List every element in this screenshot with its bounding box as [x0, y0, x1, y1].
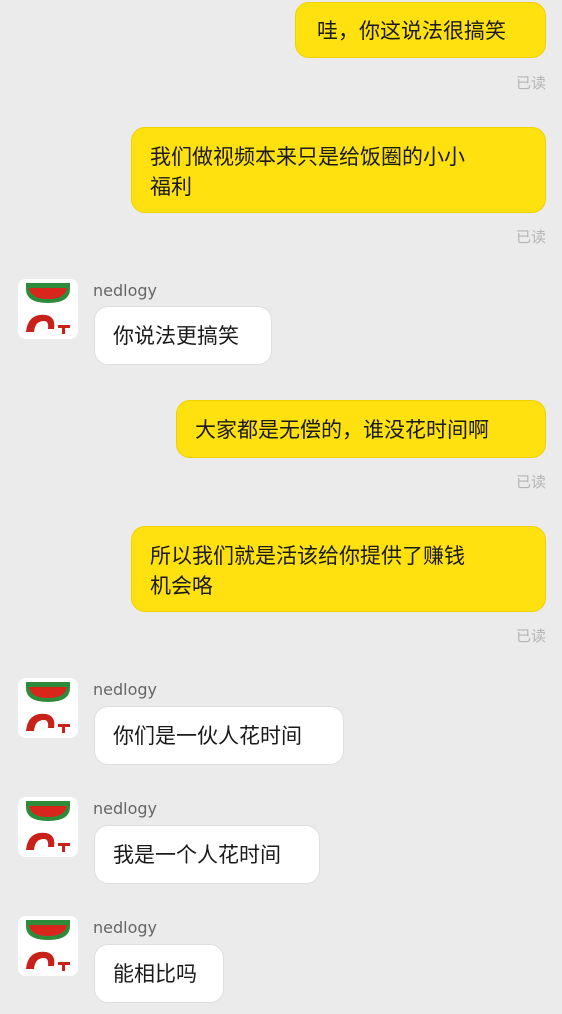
- avatar[interactable]: [18, 916, 78, 976]
- avatar-logo-icon: [18, 916, 78, 976]
- message-text: 你们是一伙人花时间: [113, 724, 302, 748]
- message-text-line: 我们做视频本来只是给饭圈的小小: [150, 145, 465, 169]
- incoming-message-bubble[interactable]: 你说法更搞笑: [94, 306, 272, 365]
- message-text: 能相比吗: [113, 962, 197, 986]
- message-text-line: 机会咯: [150, 574, 213, 598]
- read-status: 已读: [515, 74, 546, 92]
- outgoing-message-bubble[interactable]: 哇，你这说法很搞笑: [295, 2, 546, 58]
- sender-name: nedlogy: [93, 799, 157, 818]
- message-text: 哇，你这说法很搞笑: [317, 19, 506, 43]
- message-text: 大家都是无偿的，谁没花时间啊: [195, 418, 489, 442]
- avatar[interactable]: [18, 678, 78, 738]
- avatar-logo-icon: [18, 797, 78, 857]
- incoming-message-bubble[interactable]: 能相比吗: [94, 944, 224, 1003]
- sender-name: nedlogy: [93, 918, 157, 937]
- sender-name: nedlogy: [93, 680, 157, 699]
- outgoing-message-bubble[interactable]: 大家都是无偿的，谁没花时间啊: [176, 400, 546, 458]
- message-text-line: 所以我们就是活该给你提供了赚钱: [150, 544, 465, 568]
- message-text: 你说法更搞笑: [113, 324, 239, 348]
- avatar[interactable]: [18, 279, 78, 339]
- avatar[interactable]: [18, 797, 78, 857]
- read-status: 已读: [515, 627, 546, 645]
- avatar-logo-icon: [18, 678, 78, 738]
- outgoing-message-bubble[interactable]: 我们做视频本来只是给饭圈的小小 福利: [131, 127, 546, 213]
- avatar-logo-icon: [18, 279, 78, 339]
- chat-screen: { "read_status": "已读", "sender_name": "n…: [0, 0, 562, 1014]
- incoming-message-bubble[interactable]: 我是一个人花时间: [94, 825, 320, 884]
- sender-name: nedlogy: [93, 281, 157, 300]
- outgoing-message-bubble[interactable]: 所以我们就是活该给你提供了赚钱 机会咯: [131, 526, 546, 612]
- read-status: 已读: [515, 228, 546, 246]
- read-status: 已读: [515, 473, 546, 491]
- incoming-message-bubble[interactable]: 你们是一伙人花时间: [94, 706, 344, 765]
- message-text: 我是一个人花时间: [113, 843, 281, 867]
- message-text-line: 福利: [150, 175, 192, 199]
